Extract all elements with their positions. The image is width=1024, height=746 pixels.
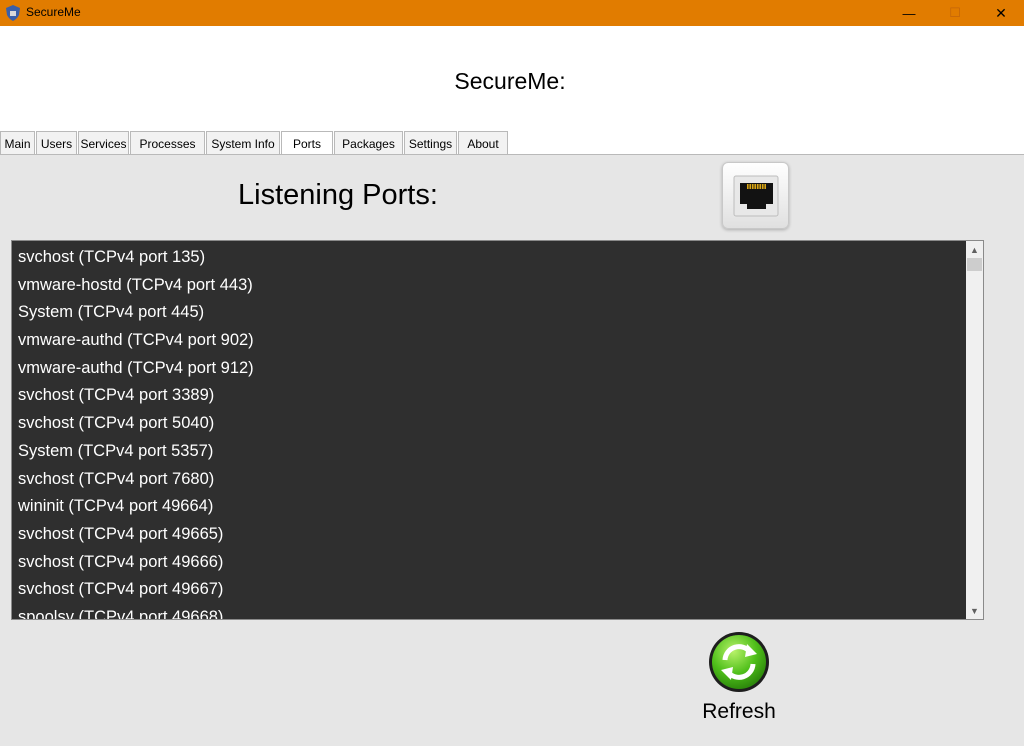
maximize-button[interactable]: ☐ <box>932 0 978 26</box>
ethernet-port-button[interactable] <box>722 162 789 229</box>
tab-processes[interactable]: Processes <box>130 131 205 155</box>
ports-panel: Listening Ports: svchost (TCPv4 port 135… <box>0 155 1024 746</box>
scroll-up-arrow-icon[interactable]: ▲ <box>966 241 983 258</box>
tab-main[interactable]: Main <box>0 131 35 155</box>
tab-about[interactable]: About <box>458 131 508 155</box>
list-item[interactable]: svchost (TCPv4 port 49667) <box>12 576 966 604</box>
minimize-button[interactable]: — <box>886 0 932 26</box>
tab-services[interactable]: Services <box>78 131 129 155</box>
ports-list[interactable]: svchost (TCPv4 port 135) vmware-hostd (T… <box>11 240 984 620</box>
list-item[interactable]: svchost (TCPv4 port 7680) <box>12 466 966 494</box>
list-item[interactable]: vmware-authd (TCPv4 port 912) <box>12 355 966 383</box>
tab-ports[interactable]: Ports <box>281 131 333 155</box>
refresh-icon[interactable] <box>707 630 771 694</box>
scroll-thumb[interactable] <box>967 258 982 271</box>
vertical-scrollbar[interactable]: ▲ ▼ <box>966 241 983 619</box>
list-item[interactable]: svchost (TCPv4 port 49665) <box>12 521 966 549</box>
refresh-label[interactable]: Refresh <box>690 700 788 724</box>
tab-settings[interactable]: Settings <box>404 131 457 155</box>
app-heading: SecureMe: <box>454 68 566 94</box>
list-item[interactable]: spoolsv (TCPv4 port 49668) <box>12 604 966 619</box>
scroll-down-arrow-icon[interactable]: ▼ <box>966 602 983 619</box>
title-bar: SecureMe — ☐ ✕ <box>0 0 1024 26</box>
tab-users[interactable]: Users <box>36 131 77 155</box>
list-item[interactable]: vmware-hostd (TCPv4 port 443) <box>12 272 966 300</box>
list-item[interactable]: svchost (TCPv4 port 5040) <box>12 410 966 438</box>
tab-packages[interactable]: Packages <box>334 131 403 155</box>
list-item[interactable]: svchost (TCPv4 port 135) <box>12 244 966 272</box>
list-item[interactable]: svchost (TCPv4 port 49666) <box>12 549 966 577</box>
close-button[interactable]: ✕ <box>978 0 1024 26</box>
list-item[interactable]: vmware-authd (TCPv4 port 902) <box>12 327 966 355</box>
ethernet-port-icon <box>733 175 779 217</box>
tab-system-info[interactable]: System Info <box>206 131 280 155</box>
shield-icon <box>6 5 20 21</box>
list-item[interactable]: svchost (TCPv4 port 3389) <box>12 382 966 410</box>
list-item[interactable]: System (TCPv4 port 5357) <box>12 438 966 466</box>
list-item[interactable]: wininit (TCPv4 port 49664) <box>12 493 966 521</box>
ports-list-items: svchost (TCPv4 port 135) vmware-hostd (T… <box>12 244 966 619</box>
list-item[interactable]: System (TCPv4 port 445) <box>12 299 966 327</box>
window-title: SecureMe <box>26 5 81 19</box>
page-title: Listening Ports: <box>238 179 438 211</box>
